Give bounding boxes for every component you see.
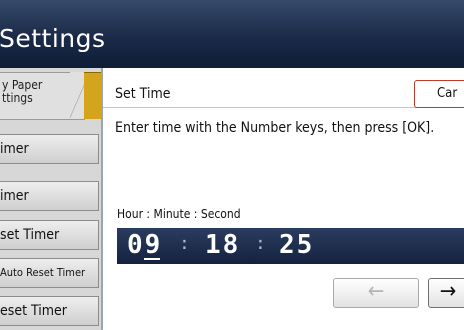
active-field-cursor — [144, 258, 160, 260]
cancel-button[interactable]: Car — [414, 80, 464, 108]
minute-value[interactable]: 18 — [205, 230, 240, 260]
app-title: Settings — [0, 24, 106, 53]
tab-label: y Paper ttings — [2, 79, 43, 105]
sidebar-item-timer-1[interactable]: imer — [0, 134, 99, 164]
sidebar-item-label: eset Timer — [0, 303, 67, 319]
second-value[interactable]: 25 — [279, 230, 314, 260]
time-format-label: Hour : Minute : Second — [117, 207, 241, 221]
sidebar-item-auto-reset-timer[interactable]: Auto Reset Timer — [0, 258, 99, 288]
set-time-dialog: Set Time Car Enter time with the Number … — [103, 70, 464, 330]
dialog-header: Set Time Car — [103, 75, 464, 108]
arrow-left-icon: ← — [367, 279, 385, 304]
left-arrow-button[interactable]: ← — [333, 278, 419, 308]
sidebar-item-label: set Timer — [0, 227, 60, 243]
right-arrow-button[interactable]: → — [428, 278, 464, 308]
dialog-title: Set Time — [115, 86, 171, 102]
sidebar-item-label: imer — [0, 188, 29, 204]
time-display[interactable]: 09 : 18 : 25 — [117, 228, 464, 264]
sidebar-item-label: Auto Reset Timer — [0, 266, 86, 279]
sidebar-item-eset-timer[interactable]: eset Timer — [0, 296, 99, 326]
title-bar: Settings — [0, 0, 464, 68]
hour-value[interactable]: 09 — [127, 230, 162, 260]
time-separator: : — [179, 233, 190, 254]
tab-active-indicator[interactable] — [84, 72, 101, 119]
time-separator: : — [255, 233, 266, 254]
arrow-right-icon: → — [439, 279, 457, 304]
sidebar-item-timer-2[interactable]: imer — [0, 181, 99, 211]
sidebar-item-reset-timer[interactable]: set Timer — [0, 220, 99, 250]
sidebar-item-label: imer — [0, 141, 29, 157]
instruction-text: Enter time with the Number keys, then pr… — [115, 120, 435, 136]
